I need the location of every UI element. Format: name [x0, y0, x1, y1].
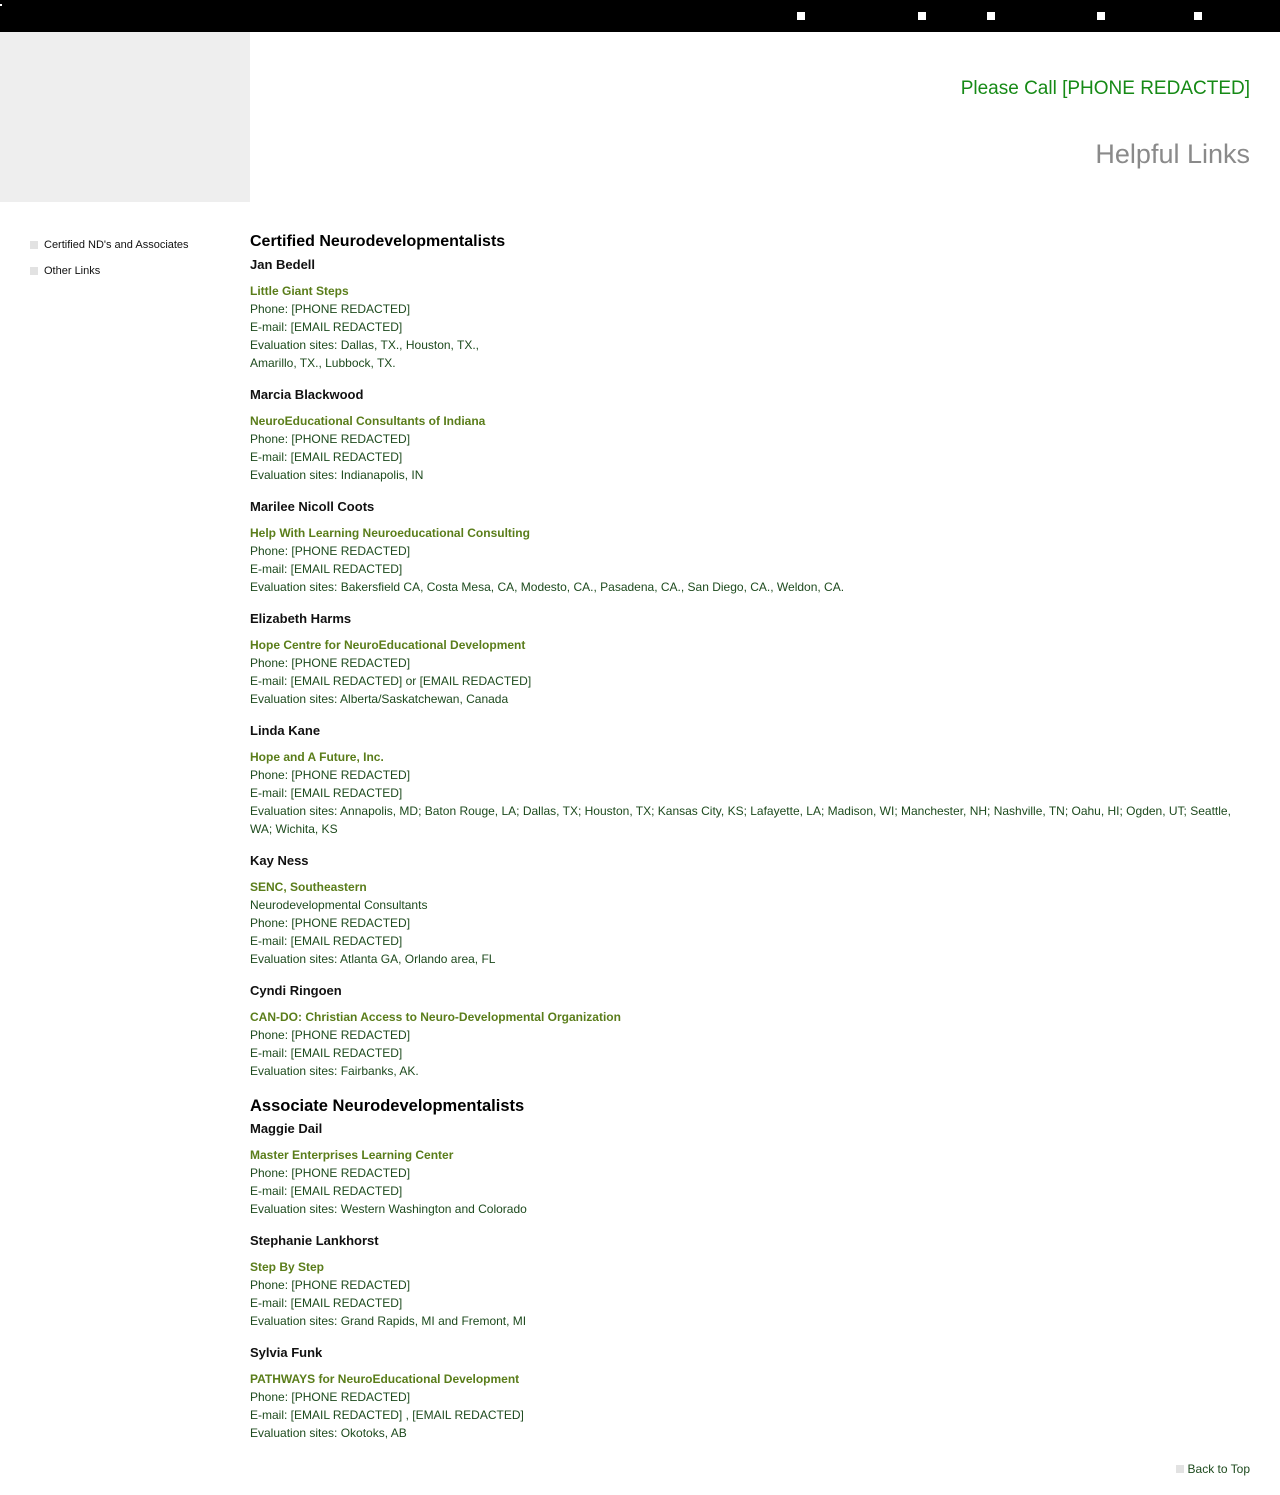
email-line: E-mail: [EMAIL REDACTED] [250, 320, 403, 334]
bullet-icon [30, 241, 38, 249]
person-name: Maggie Dail [250, 1121, 323, 1136]
email-line: E-mail: [EMAIL REDACTED] [250, 1184, 403, 1198]
phone-line: Phone: [PHONE REDACTED] [250, 432, 411, 446]
phone-line: Phone: [PHONE REDACTED] [250, 1390, 411, 1404]
top-nav-bar [0, 0, 1280, 32]
directory-entry: Cyndi Ringoen CAN-DO: Christian Access t… [250, 982, 1250, 1080]
sidebar: Certified ND's and Associates Other Link… [30, 236, 240, 288]
evaluation-sites-line: Evaluation sites: Annapolis, MD; Baton R… [250, 804, 1231, 836]
organization-link[interactable]: CAN-DO: Christian Access to Neuro-Develo… [250, 1008, 1250, 1026]
logo-placeholder [0, 32, 250, 202]
directory-entry: Jan Bedell Little Giant Steps Phone: [PH… [250, 256, 1250, 372]
email-line: E-mail: [EMAIL REDACTED] [250, 450, 403, 464]
nav-dot-3[interactable] [987, 12, 995, 20]
person-name: Stephanie Lankhorst [250, 1233, 379, 1248]
page-title: Helpful Links [1095, 139, 1250, 169]
organization-link[interactable]: Master Enterprises Learning Center [250, 1146, 1250, 1164]
directory-entry: Linda Kane Hope and A Future, Inc. Phone… [250, 722, 1250, 838]
phone-line: Phone: [PHONE REDACTED] [250, 1166, 411, 1180]
evaluation-sites-line: Evaluation sites: Fairbanks, AK. [250, 1064, 419, 1078]
evaluation-sites-line: Evaluation sites: Grand Rapids, MI and F… [250, 1314, 527, 1328]
person-name: Linda Kane [250, 723, 321, 738]
main-content: Certified Neurodevelopmentalists Jan Bed… [250, 230, 1250, 1456]
phone-line: Phone: [PHONE REDACTED] [250, 544, 411, 558]
evaluation-sites-line: Evaluation sites: Bakersfield CA, Costa … [250, 580, 845, 594]
person-name: Kay Ness [250, 853, 309, 868]
email-line: E-mail: [EMAIL REDACTED] , [EMAIL REDACT… [250, 1408, 524, 1422]
directory-entry: Kay Ness SENC, Southeastern Neurodevelop… [250, 852, 1250, 968]
phone-line: Phone: [PHONE REDACTED] [250, 768, 411, 782]
nav-dot-4[interactable] [1097, 12, 1105, 20]
sidebar-item-label: Certified ND's and Associates [44, 239, 189, 251]
directory-entry: Sylvia Funk PATHWAYS for NeuroEducationa… [250, 1344, 1250, 1442]
person-name: Elizabeth Harms [250, 611, 352, 626]
phone-line: Phone: [PHONE REDACTED] [250, 656, 411, 670]
directory-entry: Stephanie Lankhorst Step By Step Phone: … [250, 1232, 1250, 1330]
directory-entry: Maggie Dail Master Enterprises Learning … [250, 1120, 1250, 1218]
email-line: E-mail: [EMAIL REDACTED] [250, 1296, 403, 1310]
nav-dot-1[interactable] [797, 12, 805, 20]
organization-link[interactable]: Hope Centre for NeuroEducational Develop… [250, 636, 1250, 654]
sidebar-item-label: Other Links [44, 265, 101, 277]
evaluation-sites-line: Evaluation sites: Indianapolis, IN [250, 468, 424, 482]
evaluation-sites-line: Evaluation sites: Atlanta GA, Orlando ar… [250, 952, 496, 966]
person-name: Sylvia Funk [250, 1345, 323, 1360]
call-banner: Please Call [PHONE REDACTED] [960, 78, 1250, 99]
organization-link[interactable]: Help With Learning Neuroeducational Cons… [250, 524, 1250, 542]
person-name: Cyndi Ringoen [250, 983, 342, 998]
person-name: Marcia Blackwood [250, 387, 364, 402]
person-name: Marilee Nicoll Coots [250, 499, 375, 514]
corner-mark [0, 4, 2, 6]
email-line: E-mail: [EMAIL REDACTED] [250, 786, 403, 800]
sidebar-item-certified-nds[interactable]: Certified ND's and Associates [30, 236, 240, 254]
person-name: Jan Bedell [250, 257, 316, 272]
back-to-top-label: Back to Top [1187, 1462, 1250, 1476]
phone-line: Phone: [PHONE REDACTED] [250, 302, 411, 316]
phone-line: Phone: [PHONE REDACTED] [250, 1028, 411, 1042]
email-line: E-mail: [EMAIL REDACTED] [250, 562, 403, 576]
organization-link[interactable]: Hope and A Future, Inc. [250, 748, 1250, 766]
organization-link[interactable]: NeuroEducational Consultants of Indiana [250, 412, 1250, 430]
back-to-top-link[interactable]: Back to Top [1175, 1462, 1250, 1476]
evaluation-sites-line: Evaluation sites: Okotoks, AB [250, 1426, 407, 1440]
section-title-certified: Certified Neurodevelopmentalists [250, 233, 506, 250]
organization-link[interactable]: SENC, Southeastern [250, 878, 1250, 896]
organization-subtitle: Neurodevelopmental Consultants [250, 898, 428, 912]
directory-entry: Elizabeth Harms Hope Centre for NeuroEdu… [250, 610, 1250, 708]
phone-line: Phone: [PHONE REDACTED] [250, 916, 411, 930]
nav-dot-2[interactable] [918, 12, 926, 20]
evaluation-sites-line: Evaluation sites: Alberta/Saskatchewan, … [250, 692, 509, 706]
bullet-icon [1175, 1465, 1184, 1473]
organization-link[interactable]: Step By Step [250, 1258, 1250, 1276]
evaluation-sites-line: Amarillo, TX., Lubbock, TX. [250, 356, 396, 370]
evaluation-sites-line: Evaluation sites: Dallas, TX., Houston, … [250, 338, 479, 352]
evaluation-sites-line: Evaluation sites: Western Washington and… [250, 1202, 527, 1216]
email-line: E-mail: [EMAIL REDACTED] or [EMAIL REDAC… [250, 674, 532, 688]
directory-entry: Marilee Nicoll Coots Help With Learning … [250, 498, 1250, 596]
sidebar-item-other-links[interactable]: Other Links [30, 262, 240, 280]
phone-line: Phone: [PHONE REDACTED] [250, 1278, 411, 1292]
nav-dot-5[interactable] [1194, 12, 1202, 20]
organization-link[interactable]: PATHWAYS for NeuroEducational Developmen… [250, 1370, 1250, 1388]
email-line: E-mail: [EMAIL REDACTED] [250, 934, 403, 948]
email-line: E-mail: [EMAIL REDACTED] [250, 1046, 403, 1060]
bullet-icon [30, 267, 38, 275]
section-title-associate: Associate Neurodevelopmentalists [250, 1097, 525, 1115]
directory-entry: Marcia Blackwood NeuroEducational Consul… [250, 386, 1250, 484]
organization-link[interactable]: Little Giant Steps [250, 282, 1250, 300]
